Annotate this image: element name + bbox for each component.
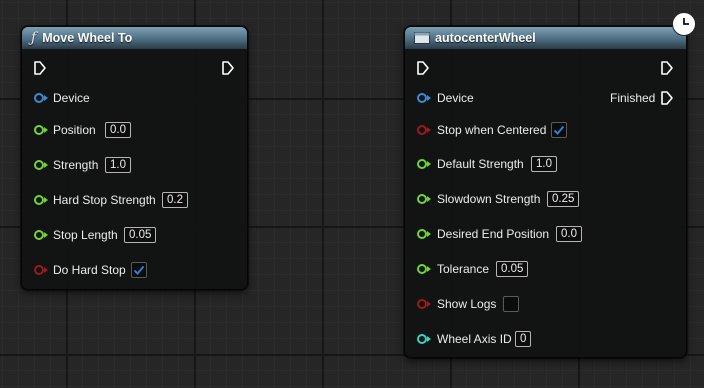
float-pin[interactable] bbox=[34, 160, 48, 170]
pin-label: Hard Stop Strength bbox=[53, 193, 156, 207]
object-pin[interactable] bbox=[34, 93, 48, 103]
exec-out-pin[interactable] bbox=[221, 60, 235, 76]
float-pin[interactable] bbox=[34, 230, 48, 240]
bool-pin[interactable] bbox=[34, 265, 48, 275]
bool-pin[interactable] bbox=[417, 125, 431, 135]
pin-label: Slowdown Strength bbox=[437, 192, 541, 206]
value-field[interactable]: 0.2 bbox=[162, 192, 188, 208]
pin-label: Do Hard Stop bbox=[53, 263, 126, 277]
float-pin[interactable] bbox=[417, 264, 431, 274]
pin-row-stop-length: Stop Length 0.05 bbox=[22, 224, 247, 246]
pin-label: Show Logs bbox=[437, 297, 497, 311]
pin-row-strength: Strength 1.0 bbox=[22, 154, 247, 176]
value-field[interactable]: 0.05 bbox=[124, 227, 157, 243]
node-header[interactable]: autocenterWheel bbox=[405, 27, 686, 49]
float-pin[interactable] bbox=[417, 159, 431, 169]
pin-label: Strength bbox=[53, 158, 99, 172]
macro-icon bbox=[414, 32, 430, 44]
pin-row-stop-when-centered: Stop when Centered bbox=[405, 119, 686, 141]
pin-label: Default Strength bbox=[437, 157, 524, 171]
value-field[interactable]: 0.05 bbox=[496, 261, 529, 277]
float-pin[interactable] bbox=[417, 229, 431, 239]
value-field[interactable]: 0.25 bbox=[547, 191, 580, 207]
pin-row-hard-stop-strength: Hard Stop Strength 0.2 bbox=[22, 189, 247, 211]
exec-out-pin[interactable] bbox=[660, 60, 674, 76]
exec-in-pin[interactable] bbox=[416, 60, 430, 76]
pin-row-do-hard-stop: Do Hard Stop bbox=[22, 259, 247, 281]
value-field[interactable]: 0.0 bbox=[556, 226, 582, 242]
checkbox-unchecked[interactable] bbox=[503, 296, 519, 312]
float-pin[interactable] bbox=[417, 194, 431, 204]
value-field[interactable]: 1.0 bbox=[531, 156, 557, 172]
exec-out-finished-pin[interactable] bbox=[660, 90, 674, 106]
checkbox-checked[interactable] bbox=[551, 122, 567, 138]
pin-row-show-logs: Show Logs bbox=[405, 293, 686, 315]
pin-row-wheel-axis-id: Wheel Axis ID 0 bbox=[405, 328, 686, 350]
checkmark-icon bbox=[553, 125, 565, 135]
node-header[interactable]: ƒ Move Wheel To bbox=[22, 27, 247, 49]
int-pin[interactable] bbox=[417, 334, 431, 344]
pin-row-position: Position 0.0 bbox=[22, 119, 247, 141]
bool-pin[interactable] bbox=[417, 299, 431, 309]
pin-label: Position bbox=[53, 123, 96, 137]
pin-row-device: Device bbox=[22, 87, 247, 109]
pin-row-default-strength: Default Strength 1.0 bbox=[405, 153, 686, 175]
node-move-wheel-to[interactable]: ƒ Move Wheel To Device Position 0.0 Stre… bbox=[21, 26, 248, 290]
pin-row-tolerance: Tolerance 0.05 bbox=[405, 258, 686, 280]
pin-label: Stop when Centered bbox=[437, 123, 547, 137]
pin-label: Stop Length bbox=[53, 228, 118, 242]
pin-row-slowdown-strength: Slowdown Strength 0.25 bbox=[405, 188, 686, 210]
node-title: Move Wheel To bbox=[42, 31, 133, 45]
object-pin[interactable] bbox=[417, 93, 431, 103]
pin-row-desired-end-position: Desired End Position 0.0 bbox=[405, 223, 686, 245]
function-icon: ƒ bbox=[31, 30, 37, 46]
value-field[interactable]: 0 bbox=[515, 331, 532, 347]
output-pin-label: Finished bbox=[610, 91, 656, 105]
float-pin[interactable] bbox=[34, 195, 48, 205]
clock-icon bbox=[672, 12, 696, 36]
pin-label: Device bbox=[53, 91, 90, 105]
node-autocenter-wheel[interactable]: autocenterWheel Device Finished Stop whe… bbox=[404, 26, 687, 358]
pin-label: Tolerance bbox=[437, 262, 490, 276]
float-pin[interactable] bbox=[34, 125, 48, 135]
node-title: autocenterWheel bbox=[435, 31, 536, 45]
checkbox-checked[interactable] bbox=[131, 262, 147, 278]
pin-label: Desired End Position bbox=[437, 227, 550, 241]
pin-label: Wheel Axis ID bbox=[437, 332, 512, 346]
pin-label: Device bbox=[437, 91, 474, 105]
exec-in-pin[interactable] bbox=[33, 60, 47, 76]
value-field[interactable]: 1.0 bbox=[105, 157, 131, 173]
pin-row-device: Device Finished bbox=[405, 87, 686, 109]
checkmark-icon bbox=[133, 265, 145, 275]
value-field[interactable]: 0.0 bbox=[105, 122, 131, 138]
